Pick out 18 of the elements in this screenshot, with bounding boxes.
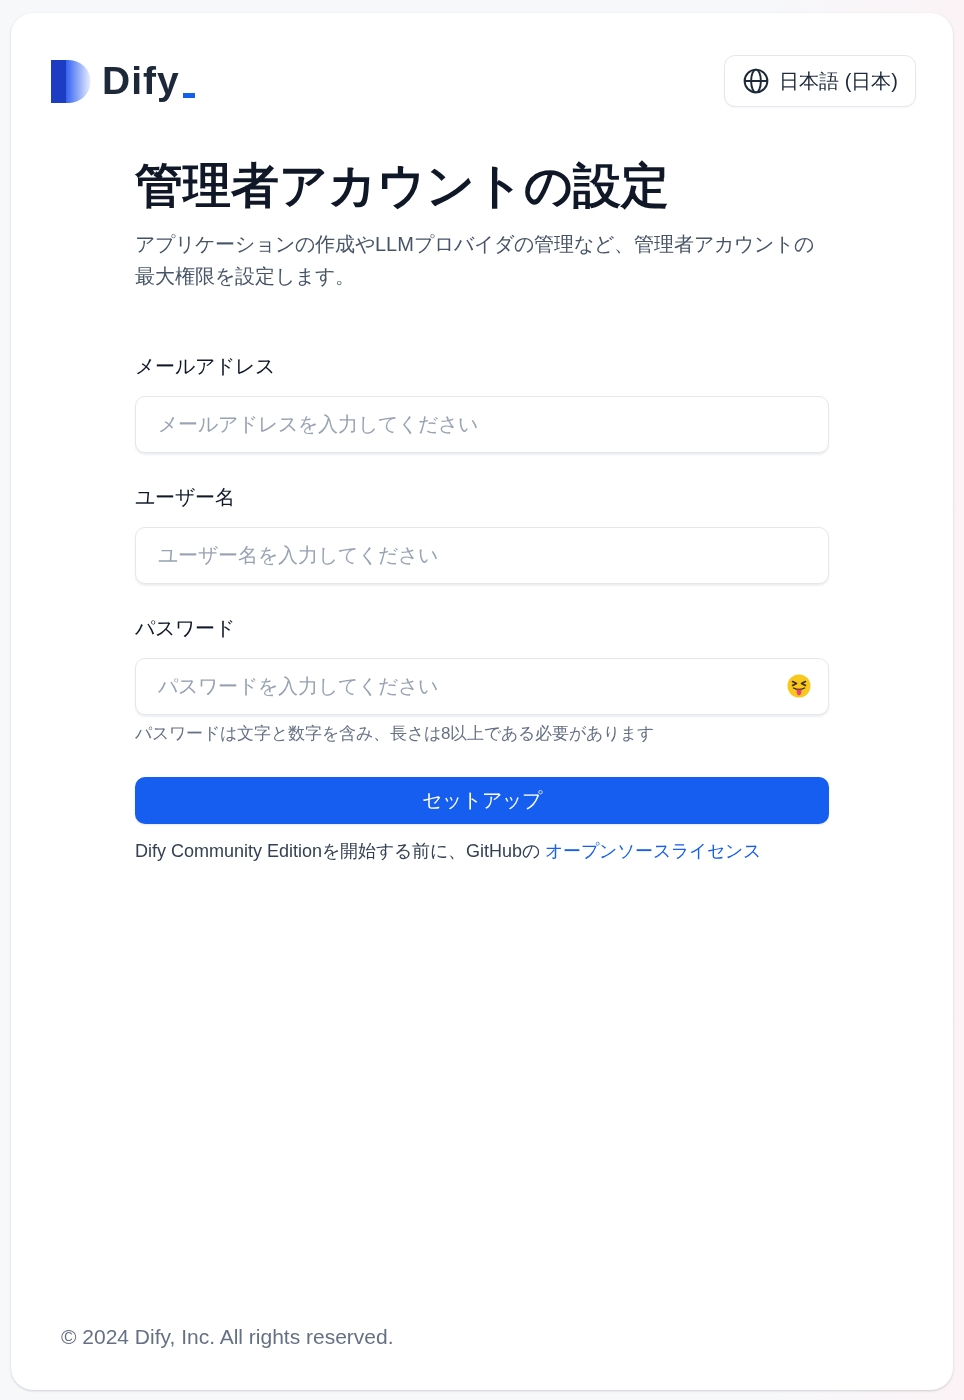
logo-text: Dify (102, 58, 195, 104)
license-link[interactable]: オープンソースライセンス (545, 841, 762, 861)
field-label: パスワード (135, 616, 236, 641)
field-label: メールアドレス (135, 354, 276, 379)
password-field[interactable]: パスワードを入力してください (135, 658, 829, 715)
setup-button[interactable]: セットアップ (135, 777, 829, 824)
input-field[interactable]: ユーザー名を入力してください (135, 527, 829, 584)
page-title: 管理者アカウントの設定 (135, 158, 670, 214)
page-description: アプリケーションの作成やLLMプロバイダの管理など、管理者アカウントの最大権限を設定します。 (135, 232, 815, 289)
face-emoji-icon[interactable] (787, 674, 811, 698)
password-hint: パスワードは文字と数字を含み、長さは8以上である必要があります (135, 723, 656, 745)
globe-icon (743, 68, 770, 94)
field-label: ユーザー名 (135, 485, 236, 510)
input-field[interactable]: メールアドレスを入力してください (135, 396, 829, 453)
language-button[interactable]: 日本語 (日本) (724, 55, 916, 107)
copyright-text: © 2024 Dify, Inc. All rights reserved. (61, 1325, 394, 1348)
license-notice: Dify Community Editionを開始する前に、GitHubの オープンソースライセンス (135, 840, 763, 863)
logo-icon (51, 59, 91, 103)
